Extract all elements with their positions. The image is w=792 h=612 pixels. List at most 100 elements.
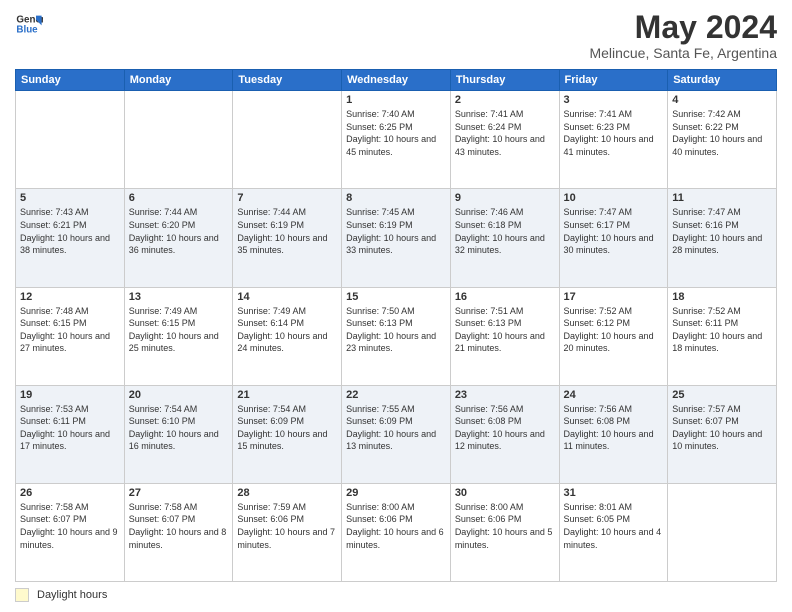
table-row: 31 Sunrise: 8:01 AM Sunset: 6:05 PM Dayli… [559,483,668,581]
table-row: 27 Sunrise: 7:58 AM Sunset: 6:07 PM Dayli… [124,483,233,581]
day-info: Sunrise: 7:54 AM Sunset: 6:10 PM Dayligh… [129,403,229,453]
day-number: 8 [346,192,446,204]
day-number: 16 [455,291,555,303]
day-info: Sunrise: 8:00 AM Sunset: 6:06 PM Dayligh… [346,501,446,551]
table-row: 7 Sunrise: 7:44 AM Sunset: 6:19 PM Daylig… [233,189,342,287]
day-number: 29 [346,487,446,499]
calendar-week-row: 26 Sunrise: 7:58 AM Sunset: 6:07 PM Dayli… [16,483,777,581]
calendar-week-row: 19Sunrise: 7:53 AM Sunset: 6:11 PM Dayli… [16,385,777,483]
col-sunday: Sunday [16,70,125,91]
day-info: Sunrise: 7:43 AM Sunset: 6:21 PM Dayligh… [20,206,120,256]
col-saturday: Saturday [668,70,777,91]
day-number: 11 [672,192,772,204]
day-number: 24 [564,389,664,401]
table-row: 2 Sunrise: 7:41 AM Sunset: 6:24 PM Daylig… [450,91,559,189]
table-row: 19Sunrise: 7:53 AM Sunset: 6:11 PM Dayli… [16,385,125,483]
table-row [124,91,233,189]
day-info: Sunrise: 7:52 AM Sunset: 6:12 PM Dayligh… [564,305,664,355]
table-row: 17 Sunrise: 7:52 AM Sunset: 6:12 PM Dayli… [559,287,668,385]
day-number: 3 [564,94,664,106]
table-row: 5 Sunrise: 7:43 AM Sunset: 6:21 PM Daylig… [16,189,125,287]
table-row: 26Sunrise: 7:58 AM Sunset: 6:07 PM Dayli… [16,483,125,581]
day-number: 7 [237,192,337,204]
table-row [16,91,125,189]
day-number: 30 [455,487,555,499]
col-thursday: Thursday [450,70,559,91]
day-info: Sunrise: 7:57 AM Sunset: 6:07 PM Dayligh… [672,403,772,453]
table-row: 22 Sunrise: 7:55 AM Sunset: 6:09 PM Dayli… [342,385,451,483]
table-row: 10Sunrise: 7:47 AM Sunset: 6:17 PM Dayli… [559,189,668,287]
day-number: 13 [129,291,229,303]
day-info: Sunrise: 7:54 AM Sunset: 6:09 PM Dayligh… [237,403,337,453]
table-row: 30 Sunrise: 8:00 AM Sunset: 6:06 PM Dayli… [450,483,559,581]
day-info: Sunrise: 7:49 AM Sunset: 6:15 PM Dayligh… [129,305,229,355]
table-row: 25Sunrise: 7:57 AM Sunset: 6:07 PM Dayli… [668,385,777,483]
table-row: 18Sunrise: 7:52 AM Sunset: 6:11 PM Dayli… [668,287,777,385]
table-row: 11 Sunrise: 7:47 AM Sunset: 6:16 PM Dayli… [668,189,777,287]
table-row: 14 Sunrise: 7:49 AM Sunset: 6:14 PM Dayli… [233,287,342,385]
day-number: 22 [346,389,446,401]
calendar-table: Sunday Monday Tuesday Wednesday Thursday… [15,69,777,582]
daylight-label: Daylight hours [37,589,107,601]
day-number: 9 [455,192,555,204]
table-row: 9Sunrise: 7:46 AM Sunset: 6:18 PM Daylig… [450,189,559,287]
logo: General Blue [15,10,43,38]
day-info: Sunrise: 7:49 AM Sunset: 6:14 PM Dayligh… [237,305,337,355]
calendar-week-row: 1Sunrise: 7:40 AM Sunset: 6:25 PM Daylig… [16,91,777,189]
day-number: 31 [564,487,664,499]
day-info: Sunrise: 7:45 AM Sunset: 6:19 PM Dayligh… [346,206,446,256]
table-row: 12Sunrise: 7:48 AM Sunset: 6:15 PM Dayli… [16,287,125,385]
day-info: Sunrise: 7:40 AM Sunset: 6:25 PM Dayligh… [346,108,446,158]
day-info: Sunrise: 7:58 AM Sunset: 6:07 PM Dayligh… [129,501,229,551]
day-info: Sunrise: 7:41 AM Sunset: 6:24 PM Dayligh… [455,108,555,158]
table-row: 23Sunrise: 7:56 AM Sunset: 6:08 PM Dayli… [450,385,559,483]
col-friday: Friday [559,70,668,91]
table-row [233,91,342,189]
table-row: 20Sunrise: 7:54 AM Sunset: 6:10 PM Dayli… [124,385,233,483]
day-number: 14 [237,291,337,303]
table-row: 21 Sunrise: 7:54 AM Sunset: 6:09 PM Dayli… [233,385,342,483]
day-info: Sunrise: 7:56 AM Sunset: 6:08 PM Dayligh… [455,403,555,453]
logo-icon: General Blue [15,10,43,38]
day-info: Sunrise: 7:55 AM Sunset: 6:09 PM Dayligh… [346,403,446,453]
table-row: 15Sunrise: 7:50 AM Sunset: 6:13 PM Dayli… [342,287,451,385]
day-info: Sunrise: 7:53 AM Sunset: 6:11 PM Dayligh… [20,403,120,453]
day-number: 21 [237,389,337,401]
day-info: Sunrise: 7:50 AM Sunset: 6:13 PM Dayligh… [346,305,446,355]
day-number: 26 [20,487,120,499]
table-row: 13 Sunrise: 7:49 AM Sunset: 6:15 PM Dayli… [124,287,233,385]
col-monday: Monday [124,70,233,91]
table-row: 6 Sunrise: 7:44 AM Sunset: 6:20 PM Daylig… [124,189,233,287]
table-row: 29 Sunrise: 8:00 AM Sunset: 6:06 PM Dayli… [342,483,451,581]
day-info: Sunrise: 7:59 AM Sunset: 6:06 PM Dayligh… [237,501,337,551]
day-number: 5 [20,192,120,204]
table-row: 3Sunrise: 7:41 AM Sunset: 6:23 PM Daylig… [559,91,668,189]
table-row: 24 Sunrise: 7:56 AM Sunset: 6:08 PM Dayli… [559,385,668,483]
table-row: 28 Sunrise: 7:59 AM Sunset: 6:06 PM Dayli… [233,483,342,581]
table-row: 8 Sunrise: 7:45 AM Sunset: 6:19 PM Daylig… [342,189,451,287]
subtitle: Melincue, Santa Fe, Argentina [589,45,777,61]
day-info: Sunrise: 7:52 AM Sunset: 6:11 PM Dayligh… [672,305,772,355]
day-info: Sunrise: 7:56 AM Sunset: 6:08 PM Dayligh… [564,403,664,453]
day-info: Sunrise: 7:51 AM Sunset: 6:13 PM Dayligh… [455,305,555,355]
calendar-week-row: 12Sunrise: 7:48 AM Sunset: 6:15 PM Dayli… [16,287,777,385]
table-row: 1Sunrise: 7:40 AM Sunset: 6:25 PM Daylig… [342,91,451,189]
day-info: Sunrise: 7:47 AM Sunset: 6:16 PM Dayligh… [672,206,772,256]
main-title: May 2024 [589,10,777,45]
day-info: Sunrise: 7:44 AM Sunset: 6:20 PM Dayligh… [129,206,229,256]
day-number: 17 [564,291,664,303]
title-block: May 2024 Melincue, Santa Fe, Argentina [589,10,777,61]
calendar-week-row: 5 Sunrise: 7:43 AM Sunset: 6:21 PM Daylig… [16,189,777,287]
table-row: 16 Sunrise: 7:51 AM Sunset: 6:13 PM Dayli… [450,287,559,385]
day-info: Sunrise: 7:44 AM Sunset: 6:19 PM Dayligh… [237,206,337,256]
header: General Blue May 2024 Melincue, Santa Fe… [15,10,777,61]
day-number: 6 [129,192,229,204]
day-number: 27 [129,487,229,499]
day-info: Sunrise: 8:01 AM Sunset: 6:05 PM Dayligh… [564,501,664,551]
page: General Blue May 2024 Melincue, Santa Fe… [0,0,792,612]
daylight-box-icon [15,588,29,602]
day-number: 2 [455,94,555,106]
day-info: Sunrise: 8:00 AM Sunset: 6:06 PM Dayligh… [455,501,555,551]
day-number: 28 [237,487,337,499]
day-number: 12 [20,291,120,303]
